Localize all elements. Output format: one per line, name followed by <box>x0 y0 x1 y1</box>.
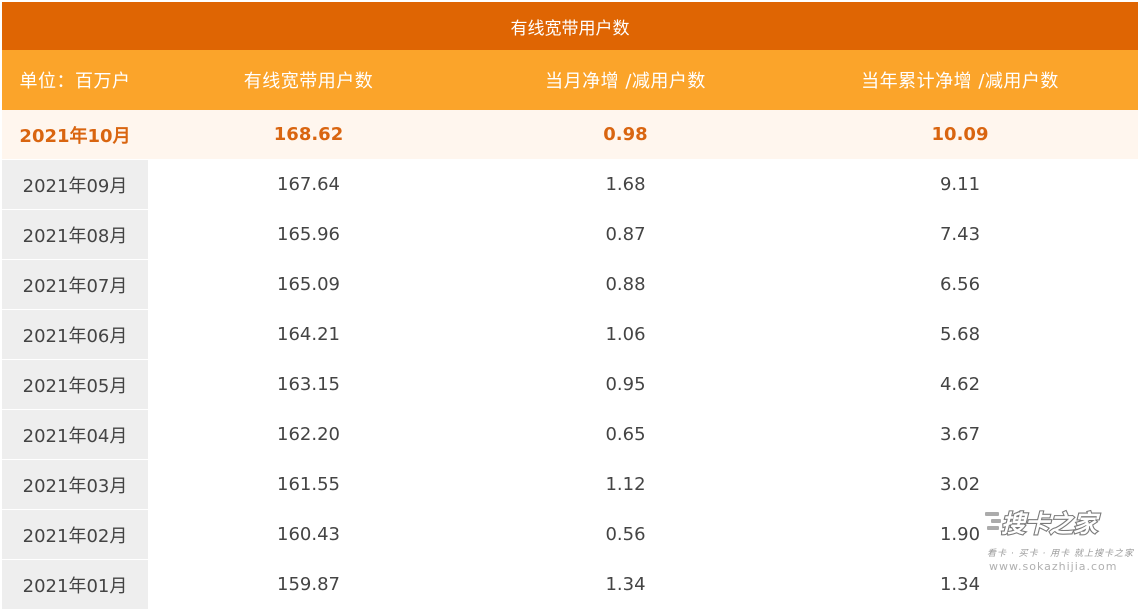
row-monthly-net-change: 0.65 <box>469 409 782 460</box>
row-yearly-net-change: 10.09 <box>782 110 1138 160</box>
row-yearly-net-change: 9.11 <box>782 159 1138 210</box>
broadband-users-table: 有线宽带用户数 单位：百万户 有线宽带用户数 当月净增 /减用户数 当年累计净增… <box>2 2 1138 610</box>
row-yearly-net-change: 5.68 <box>782 309 1138 360</box>
table-row: 2021年02月 160.43 0.56 1.90 <box>2 509 1138 560</box>
table-row: 2021年09月 167.64 1.68 9.11 <box>2 159 1138 210</box>
row-broadband-users: 165.09 <box>148 259 469 310</box>
row-yearly-net-change: 4.62 <box>782 359 1138 410</box>
row-month: 2021年03月 <box>2 459 148 510</box>
row-month: 2021年09月 <box>2 159 148 210</box>
row-broadband-users: 162.20 <box>148 409 469 460</box>
row-monthly-net-change: 1.34 <box>469 559 782 610</box>
row-monthly-net-change: 1.06 <box>469 309 782 360</box>
row-yearly-net-change: 3.67 <box>782 409 1138 460</box>
row-month: 2021年06月 <box>2 309 148 360</box>
table-row: 2021年04月 162.20 0.65 3.67 <box>2 409 1138 460</box>
table-row: 2021年01月 159.87 1.34 1.34 <box>2 559 1138 610</box>
header-monthly-net-change: 当月净增 /减用户数 <box>469 50 782 110</box>
row-yearly-net-change: 1.34 <box>782 559 1138 610</box>
table-row: 2021年06月 164.21 1.06 5.68 <box>2 309 1138 360</box>
row-broadband-users: 160.43 <box>148 509 469 560</box>
table-header-row: 单位：百万户 有线宽带用户数 当月净增 /减用户数 当年累计净增 /减用户数 <box>2 50 1138 110</box>
header-yearly-net-change: 当年累计净增 /减用户数 <box>782 50 1138 110</box>
table-row: 2021年03月 161.55 1.12 3.02 <box>2 459 1138 510</box>
row-yearly-net-change: 7.43 <box>782 209 1138 260</box>
row-monthly-net-change: 0.56 <box>469 509 782 560</box>
row-yearly-net-change: 1.90 <box>782 509 1138 560</box>
row-broadband-users: 164.21 <box>148 309 469 360</box>
row-monthly-net-change: 1.12 <box>469 459 782 510</box>
row-broadband-users: 168.62 <box>148 110 469 160</box>
row-month: 2021年05月 <box>2 359 148 410</box>
row-monthly-net-change: 0.87 <box>469 209 782 260</box>
row-month: 2021年07月 <box>2 259 148 310</box>
row-broadband-users: 163.15 <box>148 359 469 410</box>
header-unit: 单位：百万户 <box>2 50 148 110</box>
row-month: 2021年01月 <box>2 559 148 610</box>
row-broadband-users: 159.87 <box>148 559 469 610</box>
table-row: 2021年10月 168.62 0.98 10.09 <box>2 110 1138 160</box>
row-month: 2021年02月 <box>2 509 148 560</box>
row-monthly-net-change: 0.88 <box>469 259 782 310</box>
table-row: 2021年08月 165.96 0.87 7.43 <box>2 209 1138 260</box>
header-broadband-users: 有线宽带用户数 <box>148 50 469 110</box>
row-yearly-net-change: 6.56 <box>782 259 1138 310</box>
row-monthly-net-change: 0.98 <box>469 110 782 160</box>
table-row: 2021年07月 165.09 0.88 6.56 <box>2 259 1138 310</box>
table-title-row: 有线宽带用户数 <box>2 2 1138 50</box>
row-monthly-net-change: 0.95 <box>469 359 782 410</box>
table-row: 2021年05月 163.15 0.95 4.62 <box>2 359 1138 410</box>
row-month: 2021年04月 <box>2 409 148 460</box>
row-broadband-users: 165.96 <box>148 209 469 260</box>
row-broadband-users: 167.64 <box>148 159 469 210</box>
table-title: 有线宽带用户数 <box>2 2 1138 50</box>
row-broadband-users: 161.55 <box>148 459 469 510</box>
row-yearly-net-change: 3.02 <box>782 459 1138 510</box>
row-month: 2021年10月 <box>2 110 148 160</box>
row-month: 2021年08月 <box>2 209 148 260</box>
row-monthly-net-change: 1.68 <box>469 159 782 210</box>
